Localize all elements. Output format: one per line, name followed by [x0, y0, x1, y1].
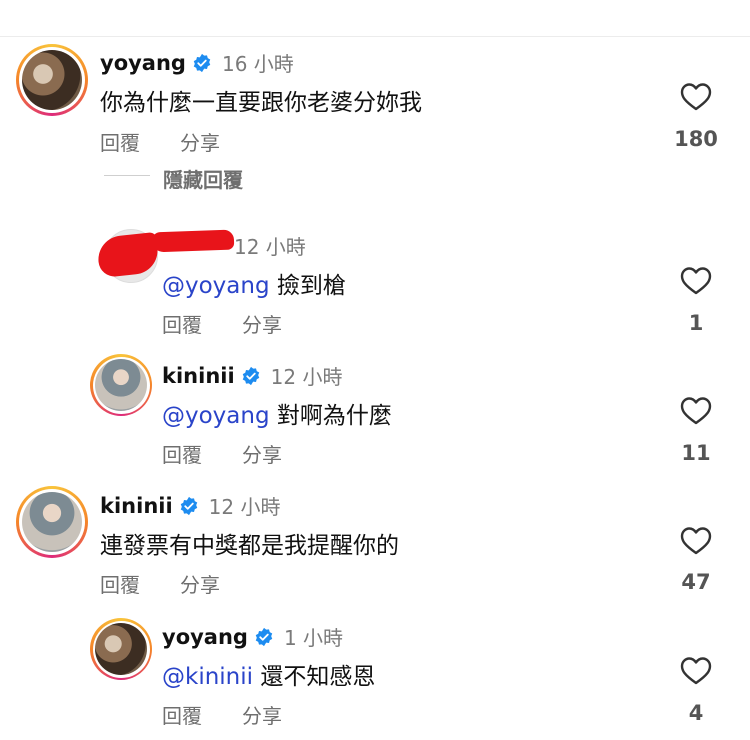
comment-body: 還不知感恩 [260, 664, 376, 690]
comment-header: 12 小時 [234, 231, 306, 260]
timestamp: 1 小時 [283, 626, 344, 650]
avatar[interactable] [16, 44, 88, 116]
avatar[interactable] [16, 486, 88, 558]
like-count: 180 [674, 127, 718, 151]
reply-button[interactable]: 回覆 [100, 569, 140, 598]
like-heart-icon[interactable] [680, 656, 712, 686]
like-count: 47 [681, 570, 711, 594]
mention-link[interactable]: @yoyang [162, 273, 270, 299]
verified-badge-icon [180, 496, 197, 515]
mention-link[interactable]: @yoyang [162, 403, 270, 429]
comment-actions: 回覆 分享 [162, 700, 282, 729]
comment-text: @yoyang 對啊為什麼 [162, 396, 392, 430]
username[interactable]: kininii [162, 364, 235, 388]
comment-header: yoyang 1 小時 [162, 622, 343, 651]
verified-badge-icon [255, 627, 273, 646]
like-heart-icon[interactable] [680, 266, 712, 296]
comment-actions: 回覆 分享 [100, 127, 220, 156]
username[interactable]: yoyang [100, 51, 186, 75]
comment-actions: 回覆 分享 [162, 309, 282, 338]
share-button[interactable]: 分享 [242, 439, 282, 468]
reply-button[interactable]: 回覆 [162, 700, 202, 729]
timestamp: 12 小時 [234, 235, 306, 259]
share-button[interactable]: 分享 [180, 569, 220, 598]
hide-replies-button[interactable]: 隱藏回覆 [163, 164, 243, 193]
reply-button[interactable]: 回覆 [100, 127, 140, 156]
comment-header: yoyang 16 小時 [100, 48, 294, 77]
reply-button[interactable]: 回覆 [162, 309, 202, 338]
comment-body: 撿到槍 [276, 273, 346, 299]
avatar[interactable] [90, 354, 152, 416]
comment-text: 連發票有中獎都是我提醒你的 [100, 533, 399, 559]
redaction-mark [151, 229, 235, 253]
comment-header: kininii 12 小時 [162, 361, 342, 390]
reply-button[interactable]: 回覆 [162, 439, 202, 468]
avatar[interactable] [90, 618, 152, 680]
share-button[interactable]: 分享 [242, 309, 282, 338]
like-count: 1 [688, 311, 704, 335]
comment-actions: 回覆 分享 [100, 569, 220, 598]
share-button[interactable]: 分享 [242, 700, 282, 729]
username[interactable]: yoyang [162, 625, 248, 649]
comment-header: kininii 12 小時 [100, 491, 280, 520]
like-heart-icon[interactable] [680, 82, 712, 112]
comment-text: @kininii 還不知感恩 [162, 657, 375, 691]
comment-actions: 回覆 分享 [162, 439, 282, 468]
top-divider [0, 36, 750, 37]
like-count: 4 [688, 701, 704, 725]
like-heart-icon[interactable] [680, 526, 712, 556]
comment-body: 對啊為什麼 [276, 403, 392, 429]
comment-text: @yoyang 撿到槍 [162, 266, 346, 300]
like-count: 11 [681, 441, 711, 465]
comment-text: 你為什麼一直要跟你老婆分妳我 [100, 90, 422, 116]
username[interactable]: kininii [100, 494, 173, 518]
mention-link[interactable]: @kininii [162, 664, 253, 690]
share-button[interactable]: 分享 [180, 127, 220, 156]
verified-badge-icon [242, 366, 259, 385]
like-heart-icon[interactable] [680, 396, 712, 426]
timestamp: 16 小時 [221, 52, 294, 76]
verified-badge-icon [193, 53, 211, 72]
timestamp: 12 小時 [270, 365, 343, 389]
hide-replies-line [104, 175, 150, 176]
timestamp: 12 小時 [208, 495, 281, 519]
